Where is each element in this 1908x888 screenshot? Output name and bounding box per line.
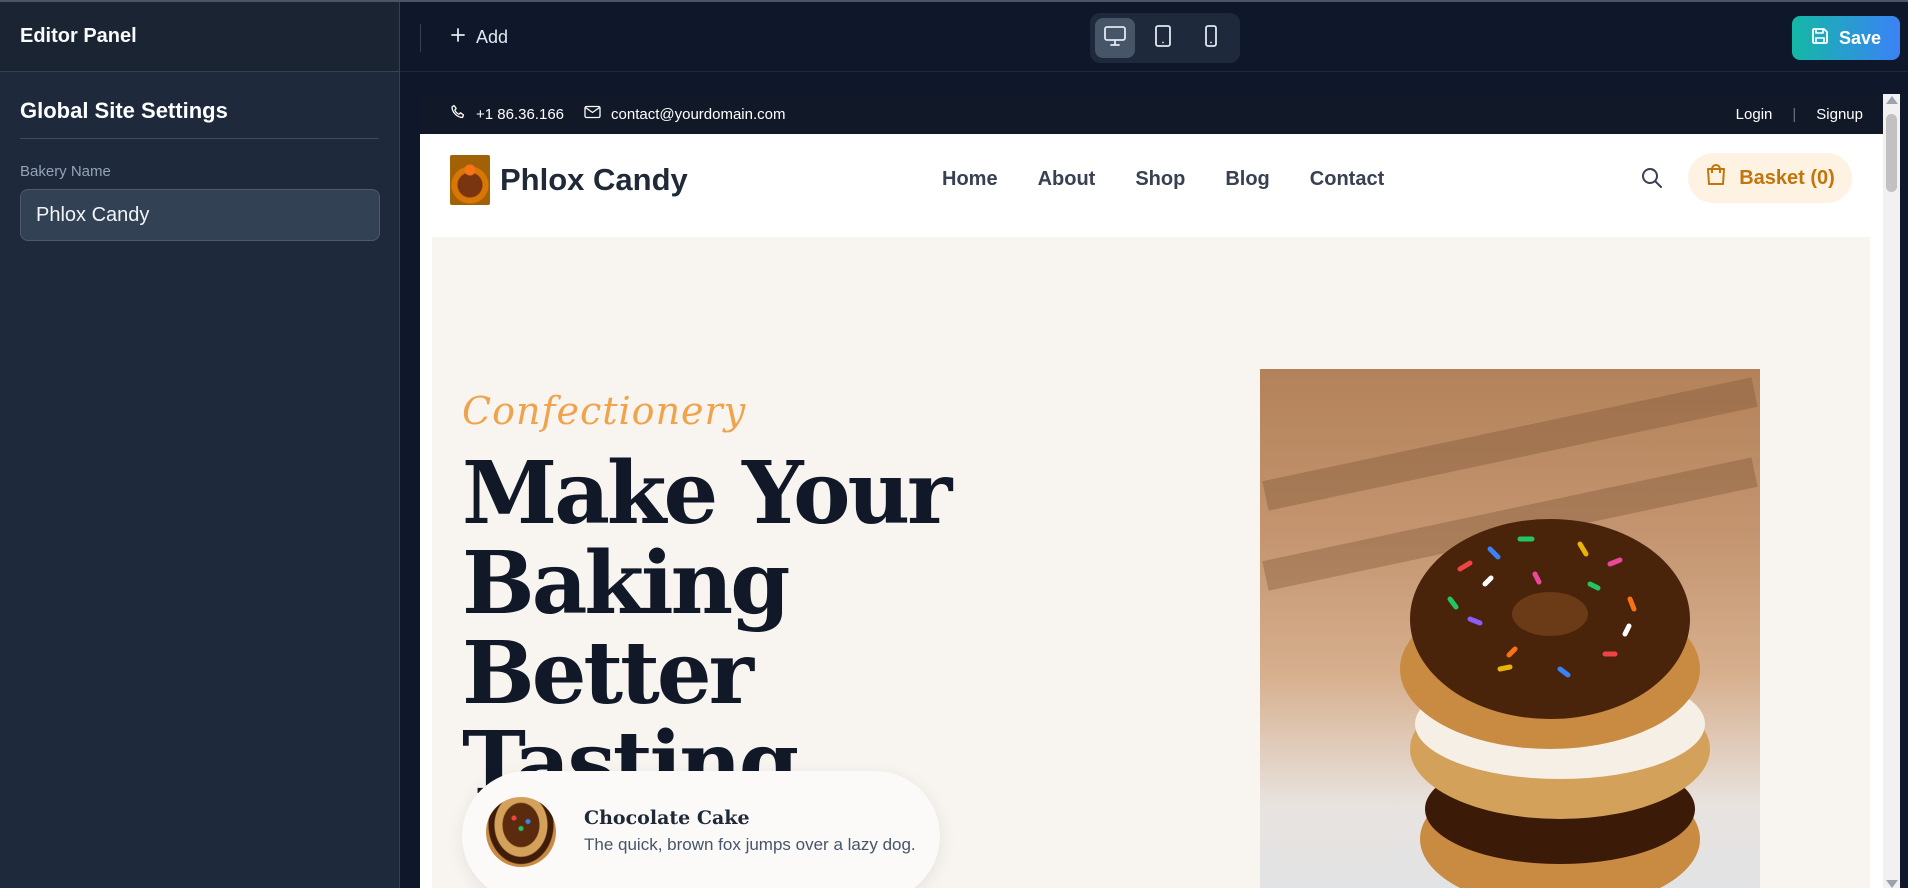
logo-image[interactable] [450, 155, 490, 205]
logo-text[interactable]: Phlox Candy [500, 162, 688, 198]
floppy-disk-icon [1811, 27, 1829, 50]
toolbar-divider [420, 24, 421, 52]
donut-stack-image [1260, 369, 1760, 888]
basket-label: Basket (0) [1739, 166, 1835, 189]
preview-scrollbar[interactable] [1883, 94, 1900, 888]
save-button-label: Save [1838, 27, 1882, 48]
add-button-label: Add [476, 26, 509, 47]
tablet-icon [1153, 24, 1173, 53]
main-nav: Home About Shop Blog Contact [942, 168, 1384, 191]
nav-item-home[interactable]: Home [942, 168, 998, 191]
hero-title-line: Baking Better [462, 533, 790, 724]
add-button[interactable]: Add [450, 20, 508, 54]
hero-tagline: Confectionery [462, 389, 747, 433]
editor-sidebar: Editor Panel Global Site Settings Bakery… [0, 2, 400, 888]
search-button[interactable] [1640, 166, 1664, 195]
signup-link[interactable]: Signup [1816, 106, 1863, 123]
site-contact-bar: +1 86.36.166 contact@yourdomain.com Logi… [420, 94, 1883, 134]
shopping-bag-icon [1705, 163, 1727, 193]
donut-illustration [1400, 519, 1710, 888]
hero-section: Confectionery Make Your Baking Better Ta… [432, 237, 1870, 888]
product-name: Chocolate Cake [584, 807, 750, 829]
bakery-name-input[interactable] [20, 189, 380, 241]
tablet-view-button[interactable] [1143, 18, 1183, 58]
sidebar-body: Global Site Settings Bakery Name [0, 72, 399, 241]
nav-item-shop[interactable]: Shop [1135, 168, 1185, 191]
nav-item-blog[interactable]: Blog [1225, 168, 1269, 191]
email-contact[interactable]: contact@yourdomain.com [584, 105, 786, 123]
product-thumbnail [486, 797, 556, 867]
nav-item-about[interactable]: About [1038, 168, 1096, 191]
login-link[interactable]: Login [1736, 106, 1773, 123]
phone-contact[interactable]: +1 86.36.166 [450, 104, 564, 124]
sidebar-title: Editor Panel [20, 25, 137, 47]
site-header: Phlox Candy Home About Shop Blog Contact… [420, 134, 1883, 228]
mobile-view-button[interactable] [1191, 18, 1231, 58]
plus-icon [450, 27, 466, 48]
device-switcher [1090, 13, 1240, 63]
search-icon [1640, 168, 1664, 194]
email-address: contact@yourdomain.com [611, 105, 786, 123]
link-separator: | [1792, 105, 1797, 123]
hero-title: Make Your Baking Better Tasting [462, 449, 1082, 809]
site-preview: +1 86.36.166 contact@yourdomain.com Logi… [420, 94, 1900, 888]
mail-icon [584, 105, 601, 123]
nav-item-contact[interactable]: Contact [1310, 168, 1384, 191]
account-links: Login | Signup [1736, 106, 1863, 123]
section-title: Global Site Settings [20, 98, 379, 139]
product-card[interactable]: Chocolate Cake The quick, brown fox jump… [462, 771, 940, 888]
mobile-icon [1203, 24, 1219, 53]
save-button[interactable]: Save [1792, 16, 1900, 60]
editor-toolbar: Add Save [400, 2, 1908, 72]
product-description: The quick, brown fox jumps over a lazy d… [584, 835, 916, 854]
scroll-thumb[interactable] [1886, 114, 1897, 192]
scroll-up-arrow-icon[interactable] [1886, 96, 1898, 104]
sidebar-header: Editor Panel [0, 2, 399, 72]
phone-icon [450, 104, 466, 124]
hero-title-line: Make Your [462, 443, 952, 544]
bakery-name-label: Bakery Name [20, 163, 111, 180]
desktop-icon [1103, 25, 1127, 52]
scroll-down-arrow-icon[interactable] [1886, 880, 1898, 888]
phone-number: +1 86.36.166 [476, 105, 565, 123]
desktop-view-button[interactable] [1095, 18, 1135, 58]
basket-button[interactable]: Basket (0) [1688, 153, 1852, 203]
